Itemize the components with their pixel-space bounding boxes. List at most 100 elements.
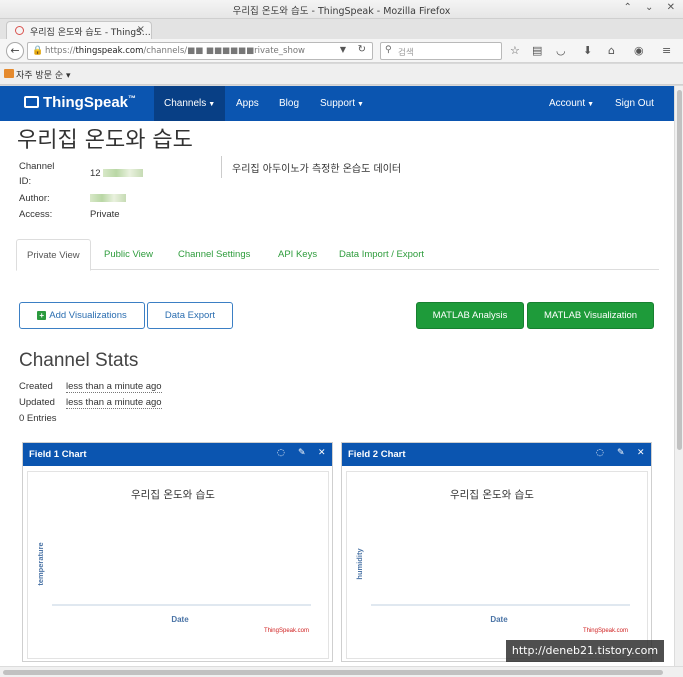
nav-support[interactable]: Support ▼	[320, 86, 364, 121]
scrollbar-thumb[interactable]	[3, 670, 663, 675]
pencil-icon[interactable]: ✎	[298, 448, 306, 458]
site-navbar: ThingSpeak™ Channels ▼ Apps Blog Support ▼…	[0, 86, 674, 121]
thingspeak-logo[interactable]: ThingSpeak™	[24, 94, 136, 111]
page-viewport: ThingSpeak™ Channels ▼ Apps Blog Support ▼…	[0, 86, 674, 666]
updated-value: less than a minute ago	[66, 397, 162, 409]
entries-count: 0 Entries	[19, 413, 57, 424]
chart-svg: 우리집 온도와 습도 humidity Date ThingSpeak.com	[355, 489, 630, 634]
close-window-button[interactable]: ✕	[667, 2, 675, 13]
caret-down-icon: ▼	[208, 101, 216, 108]
panel-header: Field 2 Chart ◌ ✎ ✕	[342, 443, 651, 466]
url-text: https://thingspeak.com/channels/■■ ■■■■■…	[45, 46, 305, 56]
channel-stats-heading: Channel Stats	[19, 350, 139, 371]
field-1-chart-panel: Field 1 Chart ◌ ✎ ✕ 우리집 온도와 습도 temperatu…	[22, 442, 333, 662]
horizontal-scrollbar[interactable]	[0, 666, 683, 677]
data-export-button[interactable]: Data Export	[147, 302, 233, 329]
browser-tab-title: 우리집 온도와 습도 - ThingS…	[30, 28, 151, 38]
comment-icon[interactable]: ◌	[596, 448, 604, 458]
field-2-chart: 우리집 온도와 습도 humidity Date ThingSpeak.com	[346, 471, 648, 659]
tab-strip: 우리집 온도와 습도 - ThingS… × +	[0, 19, 683, 53]
tab-close-icon[interactable]: ×	[137, 24, 145, 35]
search-bar[interactable]: ⚲ 검색	[380, 42, 502, 60]
browser-tab[interactable]: 우리집 온도와 습도 - ThingS… ×	[6, 21, 152, 39]
plus-icon: +	[37, 311, 47, 320]
thingspeak-favicon-icon	[15, 26, 24, 35]
redacted-id	[102, 169, 143, 177]
pencil-icon[interactable]: ✎	[617, 448, 625, 458]
star-icon[interactable]: ☆	[510, 44, 520, 57]
bookmark-folder-icon	[4, 69, 14, 78]
tab-data-import-export[interactable]: Data Import / Export	[339, 239, 424, 270]
chart-svg: 우리집 온도와 습도 temperature Date ThingSpeak.c…	[36, 489, 311, 634]
nav-blog[interactable]: Blog	[279, 86, 299, 121]
channel-id-label: Channel	[19, 161, 55, 172]
chart-xlabel: Date	[171, 615, 189, 624]
field-2-chart-panel: Field 2 Chart ◌ ✎ ✕ 우리집 온도와 습도 humidity …	[341, 442, 652, 662]
minimize-button[interactable]: ⌃	[623, 2, 631, 13]
nav-account[interactable]: Account ▼	[549, 86, 594, 121]
tab-private-view[interactable]: Private View	[16, 239, 91, 271]
description-separator	[221, 156, 222, 178]
created-value: less than a minute ago	[66, 381, 162, 393]
url-bar[interactable]: 🔒 https://thingspeak.com/channels/■■ ■■■…	[27, 42, 373, 60]
close-icon[interactable]: ✕	[637, 448, 645, 458]
bookmarks-toolbar: 자주 방문 순 ▾	[0, 64, 683, 85]
blog-watermark: http://deneb21.tistory.com	[506, 640, 664, 662]
channel-id-value: 12	[90, 168, 143, 179]
download-icon[interactable]: ⬇	[583, 44, 592, 57]
pocket-icon[interactable]: ◡	[556, 44, 566, 57]
add-visualizations-button[interactable]: + Add Visualizations	[19, 302, 145, 329]
home-icon[interactable]: ⌂	[608, 44, 615, 57]
lock-icon: 🔒	[32, 46, 44, 56]
matlab-visualization-button[interactable]: MATLAB Visualization	[527, 302, 654, 329]
author-value	[90, 193, 126, 204]
close-icon[interactable]: ✕	[318, 448, 326, 458]
nav-apps[interactable]: Apps	[236, 86, 259, 121]
channel-description: 우리집 아두이노가 측정한 온습도 데이터	[232, 164, 402, 175]
tab-api-keys[interactable]: API Keys	[278, 239, 317, 270]
tab-public-view[interactable]: Public View	[104, 239, 153, 270]
chart-ylabel: humidity	[355, 548, 364, 580]
comment-icon[interactable]: ◌	[277, 448, 285, 458]
updated-label: Updated	[19, 397, 55, 408]
search-icon: ⚲	[385, 45, 392, 55]
reload-icon[interactable]: ↻	[358, 44, 366, 55]
menu-icon[interactable]: ≡	[662, 44, 671, 57]
maximize-button[interactable]: ⌄	[645, 2, 653, 13]
url-dropdown-icon[interactable]: ▼	[340, 45, 346, 54]
scrollbar-thumb[interactable]	[677, 90, 682, 450]
redacted-author	[90, 194, 126, 202]
matlab-analysis-button[interactable]: MATLAB Analysis	[416, 302, 524, 329]
window-titlebar: 우리집 온도와 습도 - ThingSpeak - Mozilla Firefo…	[0, 0, 683, 19]
access-label: Access:	[19, 209, 53, 220]
chat-icon[interactable]: ◉	[634, 44, 644, 57]
panel-title: Field 2 Chart	[348, 449, 406, 460]
created-label: Created	[19, 381, 53, 392]
chart-title: 우리집 온도와 습도	[450, 489, 534, 501]
chart-xlabel: Date	[490, 615, 508, 624]
bookmark-folder-most-visited[interactable]: 자주 방문 순 ▾	[16, 68, 71, 81]
caret-down-icon: ▼	[357, 101, 364, 108]
vertical-scrollbar[interactable]	[674, 86, 683, 666]
channel-title: 우리집 온도와 습도	[17, 128, 193, 153]
field-1-chart: 우리집 온도와 습도 temperature Date ThingSpeak.c…	[27, 471, 329, 659]
browser-navbar: ← 🔒 https://thingspeak.com/channels/■■ ■…	[0, 39, 683, 63]
chart-credit[interactable]: ThingSpeak.com	[583, 628, 628, 634]
reader-icon[interactable]: ▤	[532, 44, 542, 57]
chat-bubble-logo-icon	[24, 96, 39, 108]
window-title: 우리집 온도와 습도 - ThingSpeak - Mozilla Firefo…	[232, 6, 451, 17]
author-label: Author:	[19, 193, 50, 204]
chart-credit[interactable]: ThingSpeak.com	[264, 628, 309, 634]
search-placeholder: 검색	[398, 48, 414, 58]
channel-tabs: Private View Public View Channel Setting…	[16, 239, 659, 271]
nav-channels[interactable]: Channels ▼	[154, 86, 226, 121]
channel-id-label-cont: ID:	[19, 176, 32, 187]
caret-down-icon: ▼	[587, 101, 595, 108]
back-button[interactable]: ←	[6, 42, 24, 60]
access-value: Private	[90, 209, 120, 220]
panel-header: Field 1 Chart ◌ ✎ ✕	[23, 443, 332, 466]
nav-sign-out[interactable]: Sign Out	[615, 86, 654, 121]
panel-title: Field 1 Chart	[29, 449, 87, 460]
chart-ylabel: temperature	[36, 542, 45, 585]
tab-channel-settings[interactable]: Channel Settings	[178, 239, 250, 270]
